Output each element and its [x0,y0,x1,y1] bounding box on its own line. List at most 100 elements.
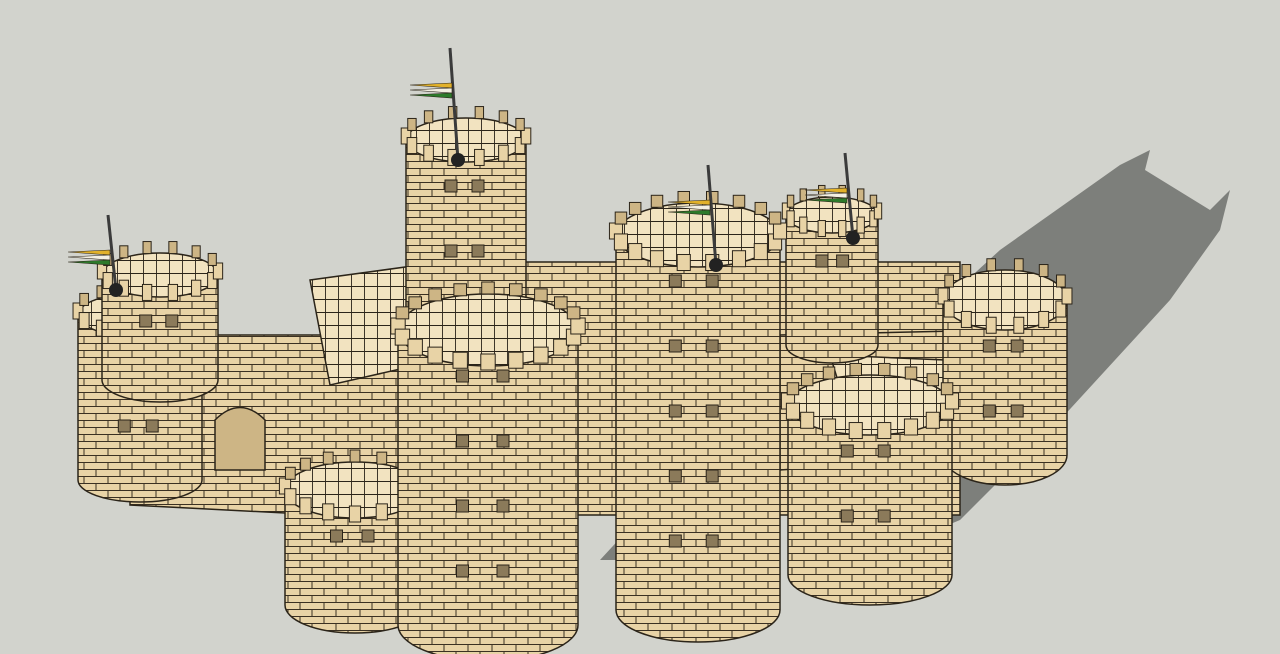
window-icon [471,179,485,193]
battlement-icon [423,110,434,124]
tower-center-right-mid-body [615,234,781,643]
window-icon [668,404,682,418]
battlement-icon [349,449,361,463]
battlement-icon [284,488,297,506]
battlement-icon [985,316,997,334]
window-icon [668,469,682,483]
battlement-icon [322,503,335,521]
window-icon [361,529,375,543]
battlement-icon [786,382,800,396]
battlement-icon [509,283,523,297]
window-icon [705,274,719,288]
battlement-icon [141,283,153,301]
flag-base [846,231,860,245]
window-icon [705,339,719,353]
window-icon [836,254,850,268]
battlement-icon [406,137,418,155]
tower-center-left-big [390,281,586,654]
battlement-icon [452,351,468,369]
window-icon [1010,404,1024,418]
flag-icon [67,259,111,266]
battlement-icon [570,317,586,335]
window-icon [444,179,458,193]
battlement-icon [348,505,362,523]
battlement-icon [822,366,836,380]
window-icon [456,434,469,448]
battlement-icon [300,457,311,471]
battlement-icon [848,422,863,440]
battlement-icon [408,296,422,310]
battlement-icon [799,216,808,234]
battlement-icon [498,144,509,162]
battlement-icon [732,194,746,208]
tower-center-left-big-body [397,329,579,654]
tower-center-right-mid [608,190,788,643]
battlement-icon [768,211,782,225]
battlement-icon [753,243,768,261]
battlement-icon [869,194,878,208]
window-icon [705,469,719,483]
flag-icon [409,87,453,94]
tower-right-far [937,258,1073,486]
battlement-icon [453,283,467,297]
battlement-icon [754,201,768,215]
window-icon [496,434,510,448]
window-icon [840,509,854,523]
battlement-icon [428,288,442,302]
battlement-icon [628,201,642,215]
window-icon [456,499,469,513]
window-icon [1010,339,1024,353]
battlement-icon [904,366,918,380]
battlement-icon [772,222,788,240]
battlement-icon [79,292,89,306]
battlement-icon [940,382,954,396]
window-icon [471,244,485,258]
flag-base [451,153,465,167]
window-icon [982,404,996,418]
battlement-icon [877,422,892,440]
battlement-icon [785,402,801,420]
flag-base [709,258,723,272]
window-icon [668,534,682,548]
window-icon [496,369,510,383]
battlement-icon [628,243,643,261]
tower-right-turret-body [785,214,879,364]
battlement-icon [407,338,423,356]
tower-right-front [780,362,960,606]
battlement-icon [1061,287,1073,305]
battlement-icon [856,216,865,234]
battlement-icon [394,328,411,346]
window-icon [444,244,458,258]
battlement-icon [191,245,201,259]
flag-icon [409,82,453,89]
window-icon [877,509,891,523]
battlement-icon [375,503,388,521]
window-icon [456,564,469,578]
window-icon [840,444,854,458]
window-icon [117,419,131,433]
battlement-icon [877,362,891,376]
battlement-icon [614,211,628,225]
battlement-icon [481,281,495,295]
battlement-icon [1056,274,1066,288]
battlement-icon [1013,316,1025,334]
flag-icon [67,249,111,256]
battlement-icon [903,418,919,436]
window-icon [145,419,159,433]
battlement-icon [650,194,664,208]
battlement-icon [566,306,581,320]
battlement-icon [800,373,814,387]
battlement-icon [926,373,940,387]
flag-icon [409,92,453,99]
flag-base [109,283,123,297]
window-icon [982,339,996,353]
battlement-icon [960,310,972,328]
battlement-icon [167,283,179,301]
battlement-icon [925,411,940,429]
battlement-icon [119,245,129,259]
battlement-icon [498,110,509,124]
window-icon [496,564,510,578]
flag-icon [804,187,848,194]
battlement-icon [944,274,954,288]
battlement-icon [474,148,485,166]
